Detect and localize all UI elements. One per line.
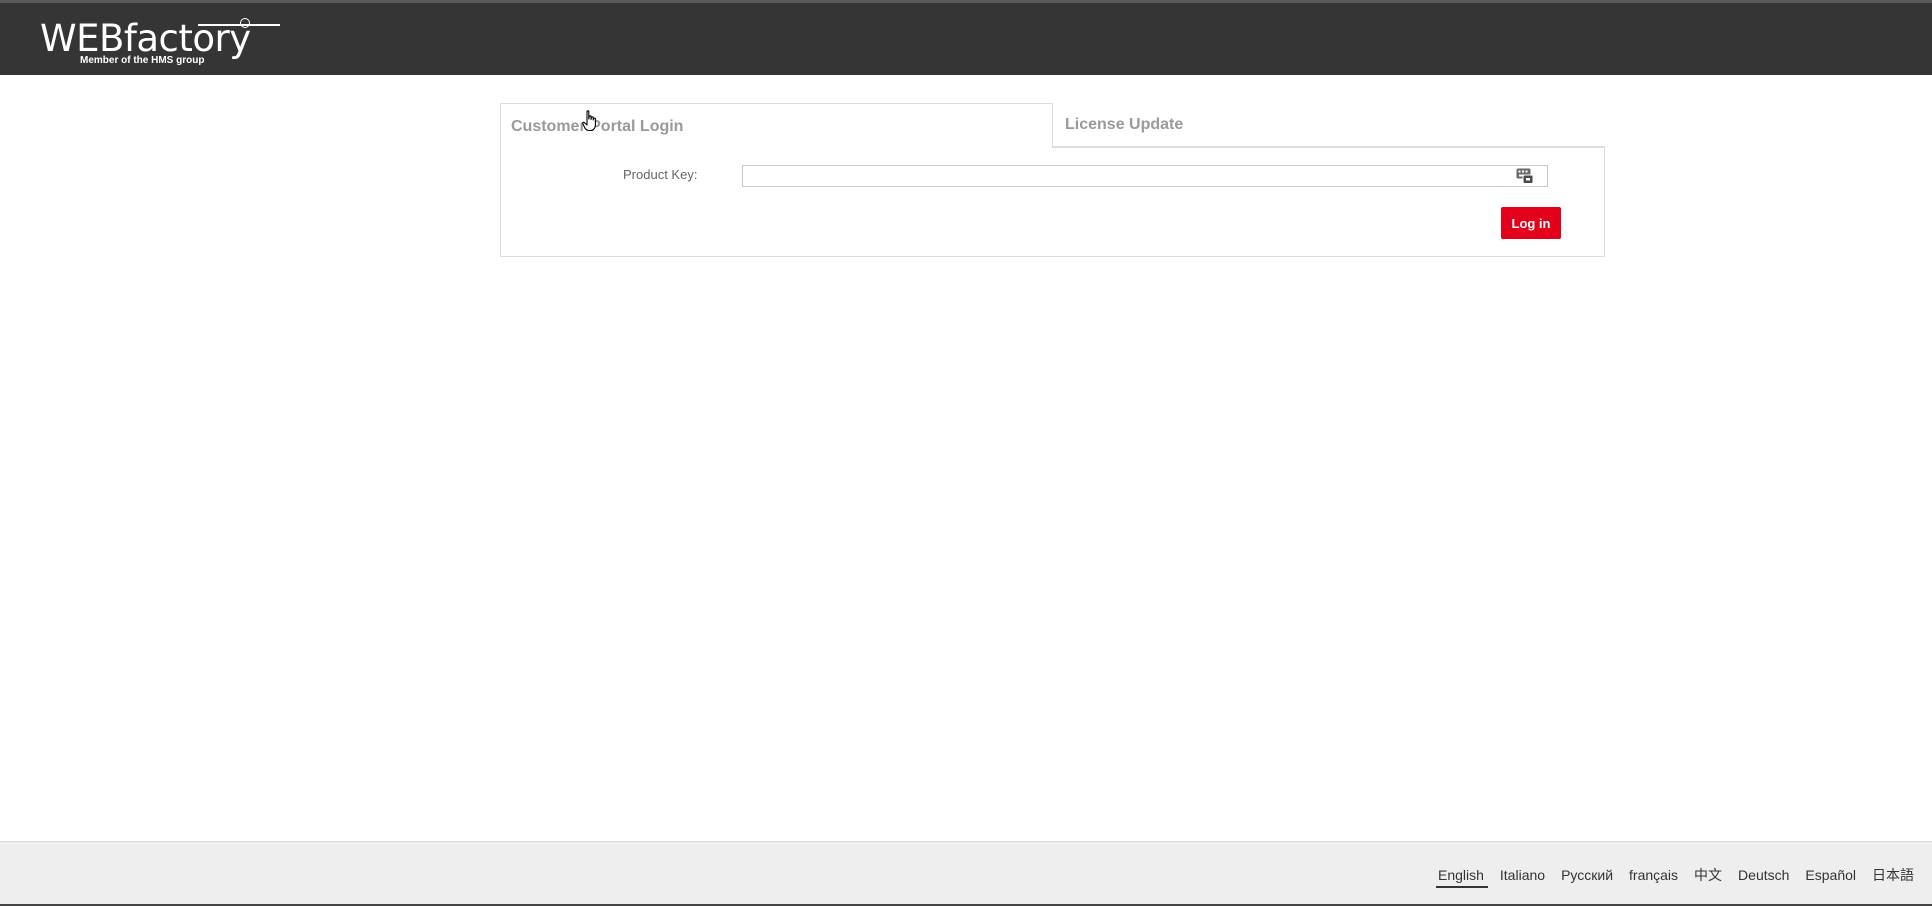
language-selector: English Italiano Русский français 中文 Deu… (1430, 866, 1922, 888)
logo-tagline: Member of the HMS group (80, 55, 205, 66)
lang-italiano[interactable]: Italiano (1492, 866, 1553, 884)
lang-japanese[interactable]: 日本語 (1864, 866, 1922, 884)
product-key-input[interactable] (742, 165, 1548, 187)
keyboard-icon[interactable] (1516, 168, 1534, 184)
registered-mark-icon (240, 18, 250, 28)
lang-chinese[interactable]: 中文 (1686, 866, 1730, 884)
tab-license-update[interactable]: License Update (1053, 103, 1605, 147)
lang-deutsch[interactable]: Deutsch (1730, 866, 1797, 884)
lang-english[interactable]: English (1430, 866, 1492, 888)
header-bar: WEBfactory Member of the HMS group (0, 3, 1932, 75)
footer-bar: English Italiano Русский français 中文 Deu… (0, 841, 1932, 904)
lang-francais[interactable]: français (1621, 866, 1686, 884)
product-key-label: Product Key: (623, 167, 698, 182)
lang-russian[interactable]: Русский (1553, 866, 1621, 884)
tab-label: License Update (1065, 116, 1184, 133)
lang-espanol[interactable]: Español (1797, 866, 1864, 884)
logo-swoosh-line (198, 24, 280, 26)
login-button[interactable]: Log in (1501, 207, 1561, 239)
hand-cursor-icon (582, 110, 598, 132)
webfactory-logo[interactable]: WEBfactory Member of the HMS group (40, 15, 280, 71)
login-panel: Product Key: Log in (500, 147, 1605, 257)
login-card: Customer Portal Login License Update Pro… (500, 103, 1605, 257)
panel-divider (1053, 147, 1605, 148)
